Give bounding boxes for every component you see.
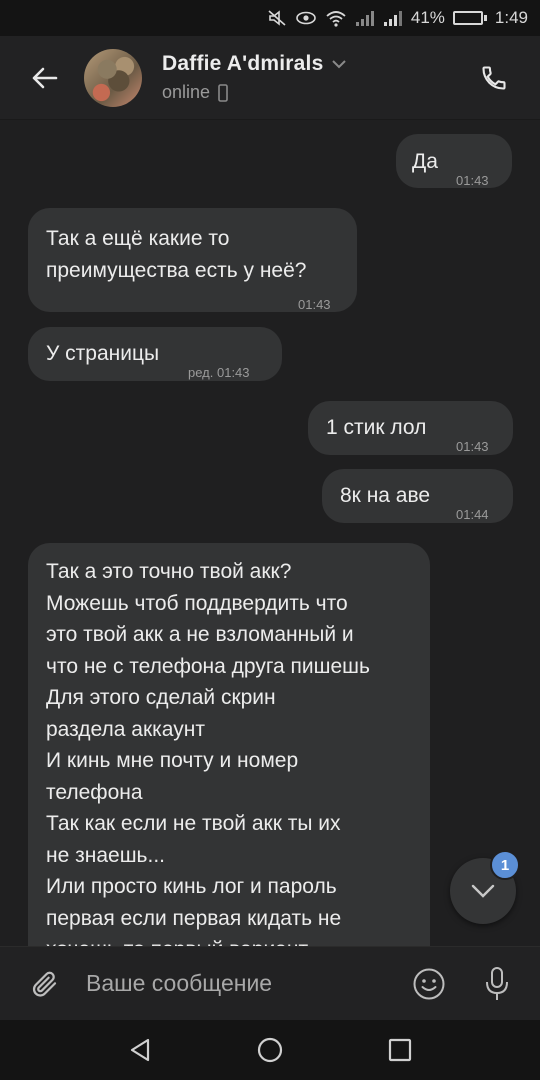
message-bubble-outgoing[interactable]: 8к на аве 01:44 <box>322 469 513 523</box>
phone-icon <box>482 66 506 90</box>
message-text: Так а ещё какие то преимущества есть у н… <box>46 227 307 282</box>
message-bubble-outgoing[interactable]: 1 стик лол 01:43 <box>308 401 513 455</box>
message-time: 01:44 <box>456 507 489 522</box>
message-text: 8к на аве <box>340 484 431 507</box>
avatar[interactable] <box>84 48 142 107</box>
attach-button[interactable] <box>20 959 70 1009</box>
nav-recents-button[interactable] <box>380 1030 420 1070</box>
contact-info[interactable]: Daffie A'dmirals online <box>162 52 347 103</box>
mobile-phone-icon <box>218 83 228 102</box>
unread-badge: 1 <box>490 850 520 880</box>
message-text: 1 стик лол <box>326 416 427 439</box>
system-nav-bar <box>0 1020 540 1080</box>
message-time: 01:43 <box>298 297 331 312</box>
signal-icon-2 <box>383 10 403 26</box>
message-input[interactable] <box>86 970 404 997</box>
paperclip-icon <box>32 971 57 997</box>
signal-icon-1 <box>355 10 375 26</box>
message-text: У страницы <box>46 342 160 365</box>
chevron-down-icon <box>471 884 495 898</box>
message-bubble-incoming[interactable]: У страницы ред. 01:43 <box>28 327 282 381</box>
battery-percent: 41% <box>410 8 445 27</box>
smiley-icon <box>413 968 445 999</box>
emoji-button[interactable] <box>404 959 454 1009</box>
back-button[interactable] <box>14 48 74 108</box>
microphone-icon <box>486 966 508 1000</box>
nav-back-button[interactable] <box>120 1030 160 1070</box>
microphone-button[interactable] <box>472 959 522 1009</box>
message-bubble-outgoing[interactable]: Да 01:43 <box>396 134 512 188</box>
mute-icon <box>267 9 287 27</box>
message-bubble-incoming[interactable]: Так а это точно твой акк? Можешь чтоб по… <box>28 543 430 946</box>
message-time: ред. 01:43 <box>188 365 250 380</box>
nav-home-button[interactable] <box>250 1030 290 1070</box>
status-time: 1:49 <box>494 8 528 27</box>
square-recents-icon <box>388 1038 412 1062</box>
message-text: Так а это точно твой акк? Можешь чтоб по… <box>46 560 370 946</box>
message-text: Да <box>412 150 438 173</box>
call-button[interactable] <box>466 50 522 106</box>
chat-header: Daffie A'dmirals online <box>0 36 540 120</box>
message-list[interactable]: Да 01:43 Так а ещё какие то преимущества… <box>0 121 540 946</box>
message-bubble-incoming[interactable]: Так а ещё какие то преимущества есть у н… <box>28 208 357 312</box>
status-bar: 41% 1:49 <box>0 0 540 36</box>
triangle-back-icon <box>130 1038 150 1062</box>
contact-name: Daffie A'dmirals <box>162 52 324 75</box>
contact-status: online <box>162 82 211 102</box>
chevron-down-icon <box>332 60 347 69</box>
arrow-left-icon <box>32 67 58 88</box>
battery-icon <box>452 11 487 25</box>
message-time: 01:43 <box>456 173 489 188</box>
circle-home-icon <box>257 1037 283 1063</box>
message-time: 01:43 <box>456 439 489 454</box>
message-composer <box>0 946 540 1020</box>
eye-icon <box>295 10 317 26</box>
wifi-icon <box>325 9 347 27</box>
